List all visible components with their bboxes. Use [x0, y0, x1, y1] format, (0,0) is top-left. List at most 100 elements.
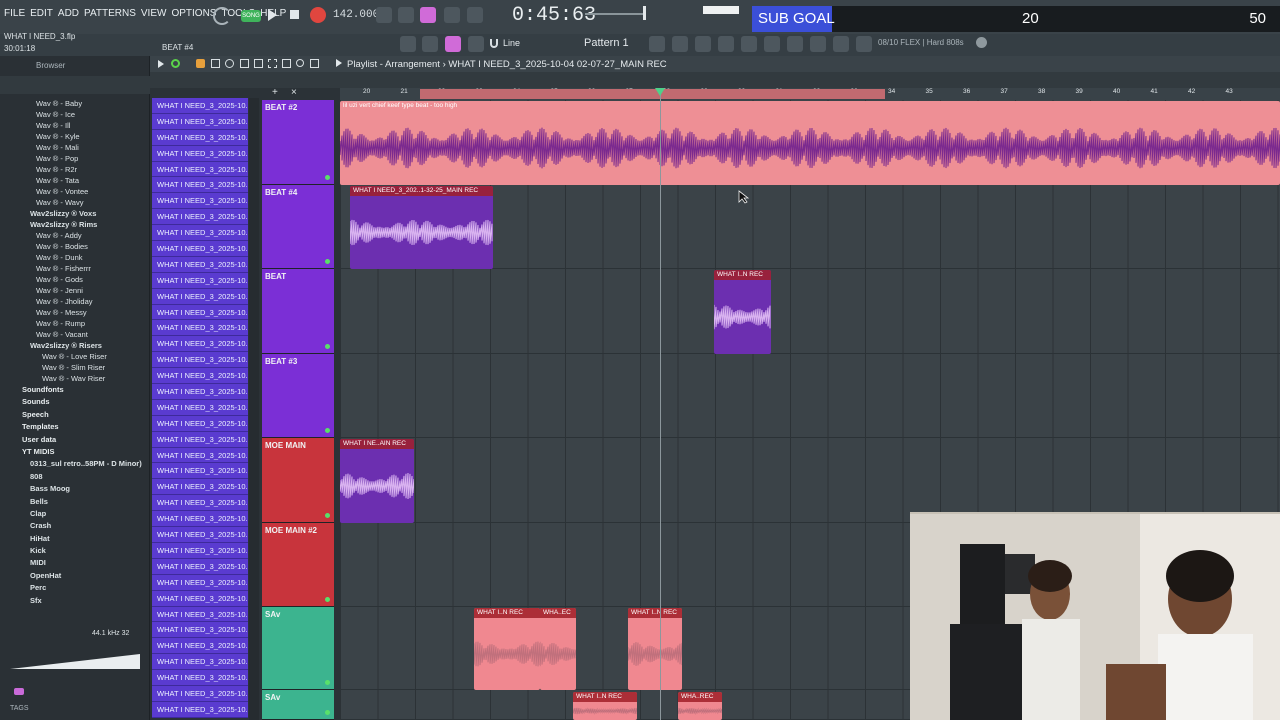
browser-item[interactable]: Wav ® - Fisherrr [8, 263, 148, 274]
pattern-list-item[interactable]: WHAT I NEED_3_2025-10... [152, 590, 248, 607]
magnet-icon[interactable] [490, 39, 498, 48]
zoom-icon[interactable] [282, 59, 291, 68]
stop-button[interactable] [290, 10, 299, 19]
pattern-list-item[interactable]: WHAT I NEED_3_2025-10... [152, 336, 248, 353]
play-button[interactable] [268, 9, 277, 21]
chevron-left-icon[interactable] [336, 59, 342, 67]
track-mute-led[interactable] [325, 710, 330, 715]
plug-icon[interactable] [787, 36, 803, 52]
browser-item[interactable]: Clap [8, 508, 148, 520]
browser-item[interactable]: 0313_sul retro..58PM - D Minor) [8, 458, 148, 470]
pattern-list-item[interactable]: WHAT I NEED_3_2025-10... [152, 98, 248, 114]
browser-item[interactable]: Wav ® - Jenni [8, 285, 148, 296]
browser-item[interactable]: Wav ® - Slim Riser [8, 362, 148, 373]
track-header[interactable]: SAv [262, 690, 334, 720]
pattern-list-item[interactable]: WHAT I NEED_3_2025-10... [152, 129, 248, 146]
plus-icon[interactable]: + [272, 87, 278, 98]
browser-item[interactable]: Wav ® - Dunk [8, 252, 148, 263]
pattern-selector[interactable]: Pattern 1 [584, 37, 629, 49]
close-icon[interactable]: × [291, 87, 297, 98]
browser-item[interactable]: OpenHat [8, 570, 148, 582]
cart-icon[interactable] [856, 36, 872, 52]
arrow-right-icon[interactable] [400, 36, 416, 52]
browser-item[interactable]: Wav ® - R2r [8, 164, 148, 175]
browser-item[interactable]: Wav ® - Messy [8, 307, 148, 318]
menu-file[interactable]: FILE [4, 8, 25, 19]
record-button[interactable] [310, 7, 326, 23]
menu-edit[interactable]: EDIT [30, 8, 53, 19]
countdown-icon[interactable] [420, 7, 436, 23]
playhead-marker[interactable] [655, 88, 665, 96]
audio-clip[interactable]: WHA..REC [678, 692, 722, 720]
delete-icon[interactable] [211, 59, 220, 68]
pattern-list-item[interactable]: WHAT I NEED_3_2025-10... [152, 177, 248, 194]
pattern-list-item[interactable]: WHAT I NEED_3_2025-10... [152, 304, 248, 321]
browser-item[interactable]: Wav2slizzy ® Rims [8, 219, 148, 230]
song-mode-toggle[interactable]: SONG [241, 10, 261, 22]
pattern-list-item[interactable]: WHAT I NEED_3_2025-10... [152, 241, 248, 257]
browser-item[interactable]: Soundfonts [8, 384, 148, 396]
pattern-list-item[interactable]: WHAT I NEED_3_2025-10... [152, 256, 248, 273]
slip-icon[interactable] [240, 59, 249, 68]
browser-item[interactable]: Wav ® - Jholiday [8, 296, 148, 307]
browser-item[interactable]: 808 [8, 471, 148, 483]
audio-clip[interactable]: WHAT I NE..AIN REC [340, 439, 414, 523]
pattern-list-item[interactable]: WHAT I NEED_3_2025-10... [152, 479, 248, 496]
track-header[interactable]: BEAT [262, 269, 334, 354]
browser-item[interactable]: HiHat [8, 533, 148, 545]
browser-item[interactable]: Wav ® - Love Riser [8, 351, 148, 362]
globe-icon[interactable] [976, 37, 987, 48]
pattern-list-item[interactable]: WHAT I NEED_3_2025-10... [152, 113, 248, 130]
snap-select[interactable]: Line [503, 38, 520, 48]
pattern-list-item[interactable]: WHAT I NEED_3_2025-10... [152, 495, 248, 512]
pattern-list-item[interactable]: WHAT I NEED_3_2025-10... [152, 670, 248, 686]
pattern-list-item[interactable]: WHAT I NEED_3_2025-10... [152, 447, 248, 464]
track-mute-led[interactable] [325, 680, 330, 685]
browser-item[interactable]: Perc [8, 582, 148, 594]
tags-label[interactable]: TAGS [10, 705, 29, 712]
browser-item[interactable]: Wav ® - Ice [8, 109, 148, 120]
browser-icon[interactable] [741, 36, 757, 52]
slice-icon[interactable] [254, 59, 263, 68]
track-mute-led[interactable] [325, 428, 330, 433]
browser-item[interactable]: Sfx [8, 595, 148, 607]
menu-options[interactable]: OPTIONS [171, 8, 216, 19]
browser-item[interactable]: Wav ® - Wavy [8, 197, 148, 208]
browser-item[interactable]: Wav ® - Vacant [8, 329, 148, 340]
browser-item[interactable]: Wav2slizzy ® Voxs [8, 208, 148, 219]
pattern-list-item[interactable]: WHAT I NEED_3_2025-10... [152, 288, 248, 305]
browser-item[interactable]: Wav ® - Pop [8, 153, 148, 164]
browser-item[interactable]: Wav ® - Vontee [8, 186, 148, 197]
browser-item[interactable]: Wav ® - Baby [8, 98, 148, 109]
paint-icon[interactable] [196, 59, 205, 68]
audio-clip[interactable]: WHAT I NEED_3_202..1-32-25_MAIN REC [350, 186, 493, 269]
master-volume-slider[interactable] [585, 13, 645, 15]
browser-item[interactable]: Bass Moog [8, 483, 148, 495]
pattern-list-item[interactable]: WHAT I NEED_3_2025-10... [152, 574, 248, 591]
playlist-icon[interactable] [649, 36, 665, 52]
track-header[interactable]: MOE MAIN #2 [262, 523, 334, 607]
export-icon[interactable] [833, 36, 849, 52]
wait-icon[interactable] [398, 7, 414, 23]
pattern-list-item[interactable]: WHAT I NEED_3_2025-10... [152, 415, 248, 432]
browser-item[interactable]: YT MIDIS [8, 446, 148, 458]
select-icon[interactable] [268, 59, 277, 68]
speaker-icon[interactable] [310, 59, 319, 68]
stamp-icon[interactable] [468, 36, 484, 52]
browser-item[interactable]: Wav ® - Wav Riser [8, 373, 148, 384]
pattern-list-item[interactable]: WHAT I NEED_3_2025-10... [152, 606, 248, 623]
track-header[interactable]: BEAT #3 [262, 354, 334, 438]
search-icon[interactable] [296, 59, 304, 67]
browser-item[interactable]: Speech [8, 409, 148, 421]
pattern-list-item[interactable]: WHAT I NEED_3_2025-10... [152, 384, 248, 400]
pattern-list-item[interactable]: WHAT I NEED_3_2025-10... [152, 368, 248, 385]
pattern-list-item[interactable]: WHAT I NEED_3_2025-10... [152, 527, 248, 543]
audio-clip[interactable]: WHAT I..N REC [714, 270, 771, 354]
browser-item[interactable]: Wav2slizzy ® Risers [8, 340, 148, 351]
audio-clip[interactable]: WHAT I..N REC [474, 608, 540, 690]
pencil-icon[interactable] [422, 36, 438, 52]
menu-patterns[interactable]: PATTERNS [84, 8, 136, 19]
browser-item[interactable]: Templates [8, 421, 148, 433]
track-mute-led[interactable] [325, 597, 330, 602]
tag-icon[interactable] [14, 688, 24, 695]
